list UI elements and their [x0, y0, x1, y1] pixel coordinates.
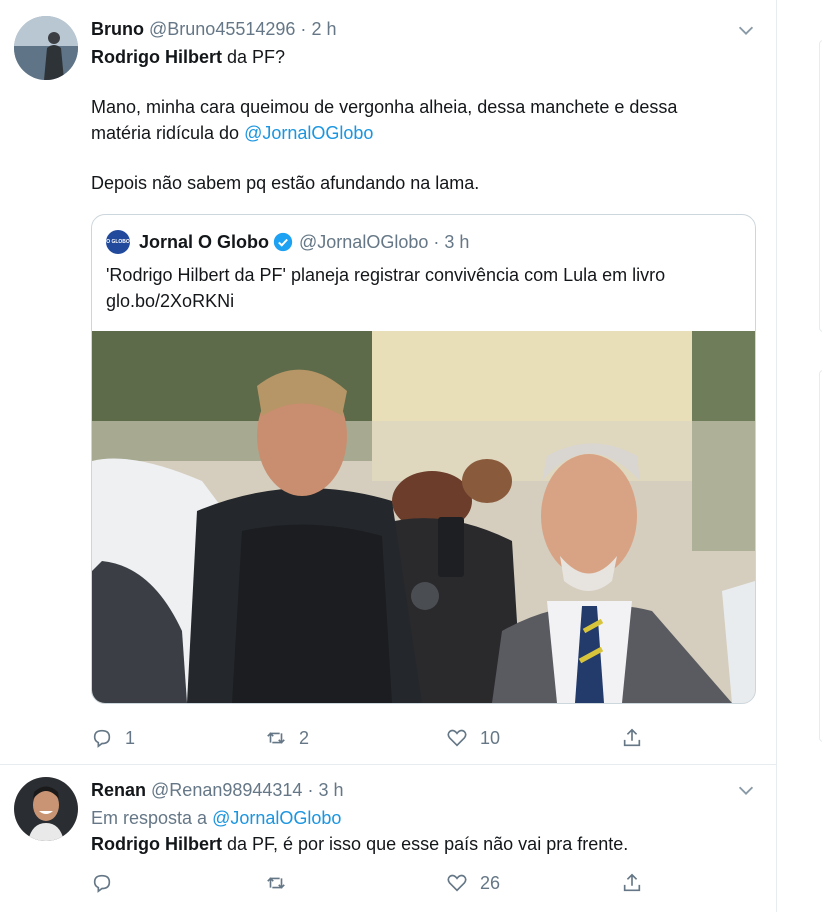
- avatar[interactable]: [14, 16, 78, 80]
- share-button[interactable]: [621, 871, 655, 895]
- like-count: 10: [480, 727, 501, 748]
- heart-icon: [447, 729, 467, 747]
- share-icon: [623, 873, 641, 892]
- reply-button[interactable]: 1: [91, 726, 135, 750]
- chevron-down-icon[interactable]: [735, 779, 757, 801]
- tweet-text-line: Rodrigo Hilbert da PF, é por isso que es…: [91, 831, 628, 857]
- separator-dot: ·: [307, 780, 314, 800]
- tweet-header: Bruno @Bruno45514296 · 2 h: [91, 18, 336, 40]
- tweet-header: Renan @Renan98944314 · 3 h: [91, 779, 344, 801]
- like-count: 26: [480, 872, 501, 893]
- quoted-tweet[interactable]: O GLOBO Jornal O Globo @JornalOGlobo · 3…: [91, 214, 756, 704]
- chevron-down-icon[interactable]: [735, 19, 757, 41]
- right-sidebar: [777, 0, 822, 912]
- tweet-text-line: Mano, minha cara queimou de vergonha alh…: [91, 94, 677, 120]
- timestamp[interactable]: 2 h: [311, 19, 336, 39]
- reply-button[interactable]: [91, 871, 125, 895]
- tweet-photo[interactable]: [92, 331, 755, 703]
- logo-text: O GLOBO: [106, 239, 130, 245]
- reply-icon: [93, 729, 111, 748]
- avatar-image: [14, 777, 78, 841]
- heart-icon: [447, 874, 467, 892]
- share-button[interactable]: [621, 726, 655, 750]
- reply-icon: [93, 874, 111, 893]
- share-icon: [623, 728, 641, 747]
- timestamp[interactable]: 3 h: [318, 780, 343, 800]
- text: matéria ridícula do: [91, 123, 245, 143]
- text: Mano, minha cara queimou de vergonha alh…: [91, 97, 678, 117]
- like-button[interactable]: 26: [446, 871, 500, 895]
- quoted-tweet-text: 'Rodrigo Hilbert da PF' planeja registra…: [106, 262, 665, 314]
- tweet-text-line: matéria ridícula do @JornalOGlobo: [91, 120, 373, 146]
- separator-dot: ·: [433, 232, 440, 252]
- quoted-tweet-header: O GLOBO Jornal O Globo @JornalOGlobo · 3…: [106, 230, 469, 254]
- reply-count: 1: [125, 727, 136, 748]
- text: da PF, é por isso que esse país não vai …: [222, 834, 629, 854]
- text: da PF?: [222, 47, 286, 67]
- handle[interactable]: @JornalOGlobo: [299, 231, 428, 253]
- retweet-button[interactable]: [265, 871, 299, 895]
- retweet-count: 2: [299, 727, 310, 748]
- display-name[interactable]: Renan: [91, 780, 146, 800]
- mention-link[interactable]: @JornalOGlobo: [244, 123, 373, 143]
- timeline-column: Bruno @Bruno45514296 · 2 h Rodrigo Hilbe…: [0, 0, 777, 912]
- bold-text: Rodrigo Hilbert: [91, 47, 222, 67]
- avatar[interactable]: [14, 777, 78, 841]
- tweet[interactable]: Bruno @Bruno45514296 · 2 h Rodrigo Hilbe…: [0, 0, 776, 765]
- avatar[interactable]: O GLOBO: [106, 230, 130, 254]
- tweet-text-line: Rodrigo Hilbert da PF?: [91, 44, 285, 70]
- timestamp[interactable]: 3 h: [444, 231, 469, 253]
- text: 'Rodrigo Hilbert da PF' planeja registra…: [106, 265, 666, 285]
- tweet-text-line: Depois não sabem pq estão afundando na l…: [91, 170, 479, 196]
- separator-dot: ·: [300, 19, 307, 39]
- display-name[interactable]: Jornal O Globo: [139, 231, 269, 253]
- mention-link[interactable]: @JornalOGlobo: [212, 808, 341, 828]
- retweet-icon: [267, 877, 285, 889]
- tweet[interactable]: Renan @Renan98944314 · 3 h Em resposta a…: [0, 765, 776, 912]
- handle[interactable]: @Bruno45514296: [149, 19, 295, 39]
- verified-badge-icon: [273, 232, 293, 252]
- reply-context: Em resposta a @JornalOGlobo: [91, 805, 341, 831]
- like-button[interactable]: 10: [446, 726, 500, 750]
- bold-text: Rodrigo Hilbert: [91, 834, 222, 854]
- avatar-image: [14, 16, 78, 80]
- display-name[interactable]: Bruno: [91, 19, 144, 39]
- retweet-button[interactable]: 2: [265, 726, 309, 750]
- short-link[interactable]: glo.bo/2XoRKNi: [106, 288, 665, 314]
- handle[interactable]: @Renan98944314: [151, 780, 302, 800]
- retweet-icon: [267, 732, 285, 744]
- reply-prefix: Em resposta a: [91, 808, 213, 828]
- text: Depois não sabem pq estão afundando na l…: [91, 173, 480, 193]
